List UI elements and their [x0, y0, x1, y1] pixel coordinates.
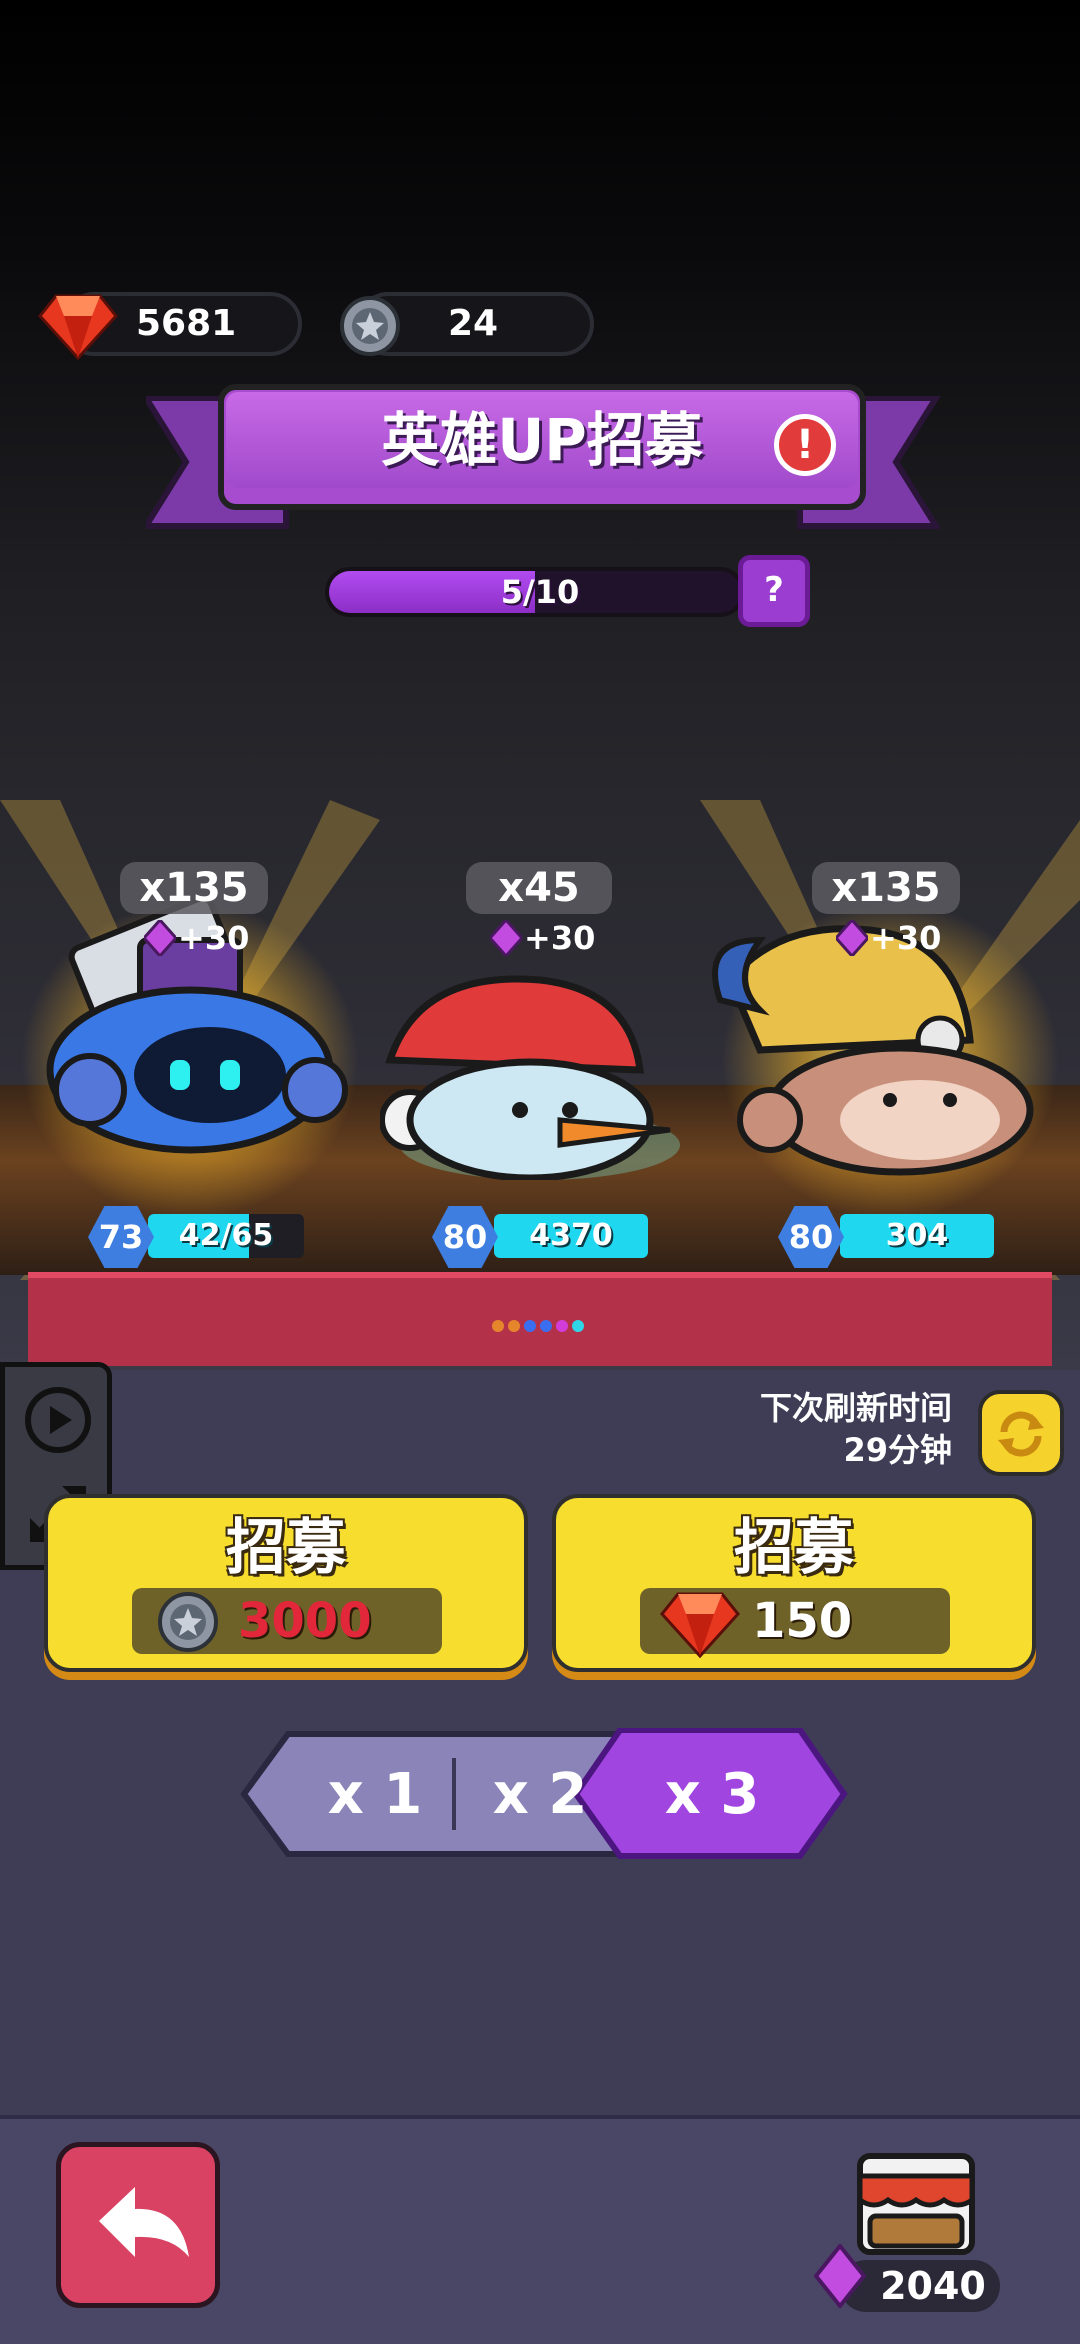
- purple-gem-icon: [144, 920, 176, 956]
- purple-gem-icon: [490, 920, 522, 956]
- carousel-dot[interactable]: [556, 1320, 568, 1332]
- ruby-gem-icon: [38, 294, 118, 361]
- recruit-cost: 3000: [238, 1593, 372, 1649]
- progress-text: 5/10: [500, 573, 580, 611]
- gem-bonus: +30: [870, 919, 942, 957]
- carousel-dot[interactable]: [524, 1320, 536, 1332]
- star-coin-icon: [158, 1592, 218, 1652]
- refresh-button[interactable]: [978, 1390, 1064, 1476]
- carousel-dot[interactable]: [572, 1320, 584, 1332]
- refresh-label: 下次刷新时间: [759, 1389, 952, 1427]
- monkey-hero[interactable]: [700, 920, 1040, 1180]
- snowman-hero[interactable]: [380, 970, 700, 1180]
- carousel-dot[interactable]: [540, 1320, 552, 1332]
- purple-gem-icon: [836, 920, 868, 956]
- star-coin-icon: [340, 296, 400, 356]
- hero-count: x135: [120, 862, 268, 914]
- multiplier-x1[interactable]: x 1: [300, 1760, 450, 1830]
- hero-stat: 304: [885, 1218, 949, 1253]
- banner-title: 英雄UP招募: [381, 406, 703, 474]
- hero-count: x135: [812, 862, 960, 914]
- exclamation-icon[interactable]: !: [774, 414, 836, 476]
- multiplier-x2[interactable]: x 2: [470, 1760, 610, 1830]
- play-icon[interactable]: [22, 1384, 94, 1456]
- multiplier-x3-selected[interactable]: x 3: [632, 1760, 792, 1830]
- hero-shelf: [28, 1272, 1052, 1366]
- carousel-dot[interactable]: [508, 1320, 520, 1332]
- refresh-time: 29分钟: [843, 1431, 952, 1469]
- help-button[interactable]: ?: [738, 555, 810, 627]
- refresh-icon: [998, 1411, 1044, 1457]
- hero-stat: 42/65: [178, 1218, 274, 1253]
- back-button[interactable]: [56, 2142, 220, 2308]
- hero-count: x45: [466, 862, 612, 914]
- ruby-gem-icon: [660, 1592, 740, 1659]
- purple-gem-icon: [814, 2244, 866, 2308]
- coin-value: 24: [448, 303, 499, 344]
- gem-bonus: +30: [178, 919, 250, 957]
- recruit-label: 招募: [226, 1513, 346, 1583]
- carousel-dot[interactable]: [492, 1320, 504, 1332]
- shop-stall-icon[interactable]: [846, 2146, 986, 2266]
- gem-bonus: +30: [524, 919, 596, 957]
- back-arrow-icon: [99, 2187, 189, 2257]
- recruit-label: 招募: [734, 1513, 854, 1583]
- recruit-cost: 150: [752, 1593, 853, 1649]
- hero-stat: 4370: [529, 1218, 613, 1253]
- shop-gem-value: 2040: [880, 2264, 986, 2308]
- ruby-value: 5681: [136, 303, 237, 344]
